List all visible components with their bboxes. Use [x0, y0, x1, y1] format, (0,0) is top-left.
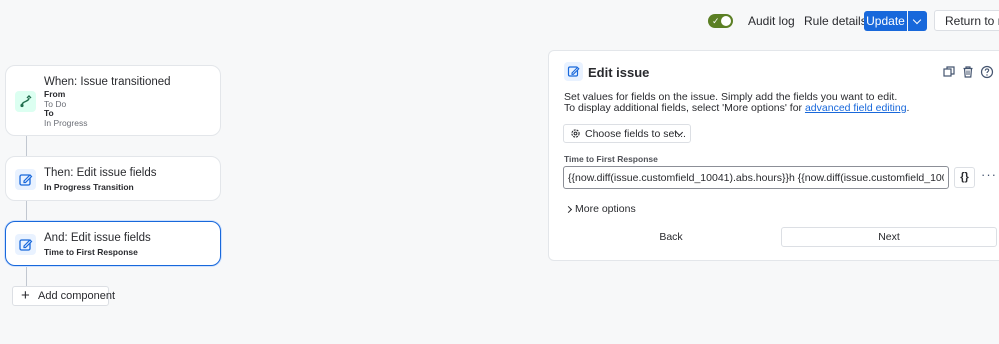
- advanced-field-editing-link[interactable]: advanced field editing: [805, 102, 907, 114]
- top-bar: ✓ Audit log Rule details Update Return t…: [0, 10, 999, 32]
- chevron-down-icon: [912, 15, 922, 25]
- transition-icon: [15, 91, 36, 112]
- check-icon: ✓: [712, 16, 720, 26]
- more-actions-icon[interactable]: ···: [981, 167, 997, 182]
- chevron-right-icon: [564, 205, 573, 214]
- smart-value-button[interactable]: {}: [954, 167, 975, 188]
- action-card[interactable]: Then: Edit issue fields In Progress Tran…: [5, 156, 221, 201]
- add-component-label: Add component: [38, 290, 116, 302]
- description-text: To display additional fields, select 'Mo…: [564, 102, 805, 114]
- from-label: From: [44, 89, 66, 99]
- update-button[interactable]: Update: [864, 11, 907, 31]
- rule-enabled-toggle[interactable]: ✓: [708, 14, 733, 28]
- duplicate-icon[interactable]: [942, 65, 956, 79]
- edit-icon: [564, 62, 583, 81]
- edit-issue-panel: Edit issue Set values for fields on the …: [548, 50, 999, 261]
- action-title: Then: Edit issue fields: [44, 167, 157, 179]
- panel-description-line2: To display additional fields, select 'Mo…: [564, 102, 909, 114]
- panel-title: Edit issue: [588, 65, 650, 80]
- description-suffix: .: [906, 102, 910, 114]
- plus-icon: +: [21, 287, 30, 304]
- audit-log-link[interactable]: Audit log: [748, 10, 795, 32]
- more-options-label: More options: [575, 203, 636, 215]
- toggle-knob: [721, 16, 731, 26]
- edit-icon: [15, 169, 36, 190]
- add-component-button[interactable]: + Add component: [12, 286, 115, 306]
- to-label: To: [44, 108, 54, 118]
- edit-icon: [15, 234, 36, 255]
- time-to-first-response-field[interactable]: [563, 166, 949, 189]
- rule-details-link[interactable]: Rule details: [804, 10, 867, 32]
- field-value-input[interactable]: [564, 167, 948, 188]
- choose-fields-dropdown[interactable]: Choose fields to set...: [563, 124, 691, 143]
- choose-fields-label: Choose fields to set...: [585, 128, 686, 140]
- action-card-selected[interactable]: And: Edit issue fields Time to First Res…: [5, 221, 221, 266]
- to-value: In Progress: [44, 118, 88, 128]
- back-button[interactable]: Back: [563, 227, 779, 247]
- connector-line: [26, 266, 27, 286]
- trash-icon[interactable]: [961, 65, 975, 79]
- connector-line: [26, 136, 27, 156]
- return-to-rules-button[interactable]: Return to rules: [934, 10, 999, 31]
- trigger-card[interactable]: When: Issue transitioned From To Do To I…: [5, 65, 221, 136]
- update-dropdown-button[interactable]: [908, 11, 927, 31]
- connector-line: [26, 201, 27, 221]
- next-button[interactable]: Next: [781, 227, 997, 247]
- field-label: Time to First Response: [564, 154, 658, 164]
- action-subtitle: In Progress Transition: [44, 182, 134, 192]
- action-title: And: Edit issue fields: [44, 232, 151, 244]
- action-subtitle: Time to First Response: [44, 247, 138, 257]
- trigger-title: When: Issue transitioned: [44, 76, 171, 88]
- help-icon[interactable]: [980, 65, 994, 79]
- gear-icon: [570, 128, 581, 142]
